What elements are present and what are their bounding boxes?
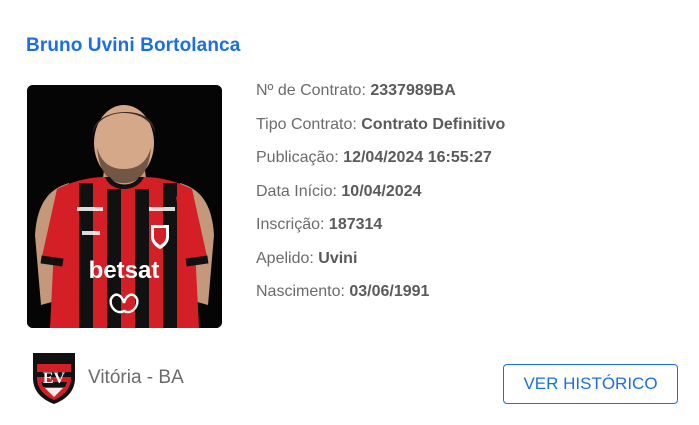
view-history-button[interactable]: VER HISTÓRICO: [503, 364, 678, 404]
detail-nickname: Apelido: Uvini: [256, 247, 505, 281]
detail-birth-date: Nascimento: 03/06/1991: [256, 280, 505, 314]
player-name: Bruno Uvini Bortolanca: [26, 35, 241, 56]
detail-start-date: Data Início: 10/04/2024: [256, 180, 505, 214]
player-photo: betsat: [27, 85, 222, 328]
detail-label: Publicação:: [256, 149, 339, 166]
detail-label: Inscrição:: [256, 216, 325, 233]
detail-value: 187314: [328, 216, 383, 233]
detail-value: Uvini: [318, 249, 358, 267]
detail-value: Contrato Definitivo: [361, 115, 506, 133]
detail-value: 2337989BA: [370, 82, 456, 99]
detail-registration: Inscrição: 187314: [256, 213, 505, 247]
detail-value: 03/06/1991: [349, 283, 430, 300]
detail-label: Nº de Contrato:: [256, 82, 366, 99]
club-name: Vitória - BA: [88, 366, 184, 388]
svg-text:EV: EV: [43, 370, 66, 387]
player-card: Bruno Uvini Bortolanca betsat Nº de Cont…: [0, 0, 699, 425]
detail-label: Nascimento:: [256, 283, 345, 300]
club-crest-icon: EV: [33, 353, 75, 404]
club-info: EV Vitória - BA: [31, 350, 184, 405]
detail-publication: Publicação: 12/04/2024 16:55:27: [256, 146, 505, 180]
detail-contract-type: Tipo Contrato: Contrato Definitivo: [256, 113, 505, 147]
detail-contract-number: Nº de Contrato: 2337989BA: [256, 79, 505, 113]
detail-label: Data Início:: [256, 182, 337, 200]
detail-label: Apelido:: [256, 249, 314, 267]
shirt-sponsor-text: betsat: [89, 257, 160, 284]
detail-value: 12/04/2024 16:55:27: [343, 149, 492, 166]
contract-details: Nº de Contrato: 2337989BA Tipo Contrato:…: [256, 79, 505, 314]
detail-value: 10/04/2024: [341, 182, 422, 200]
detail-label: Tipo Contrato:: [256, 115, 357, 133]
